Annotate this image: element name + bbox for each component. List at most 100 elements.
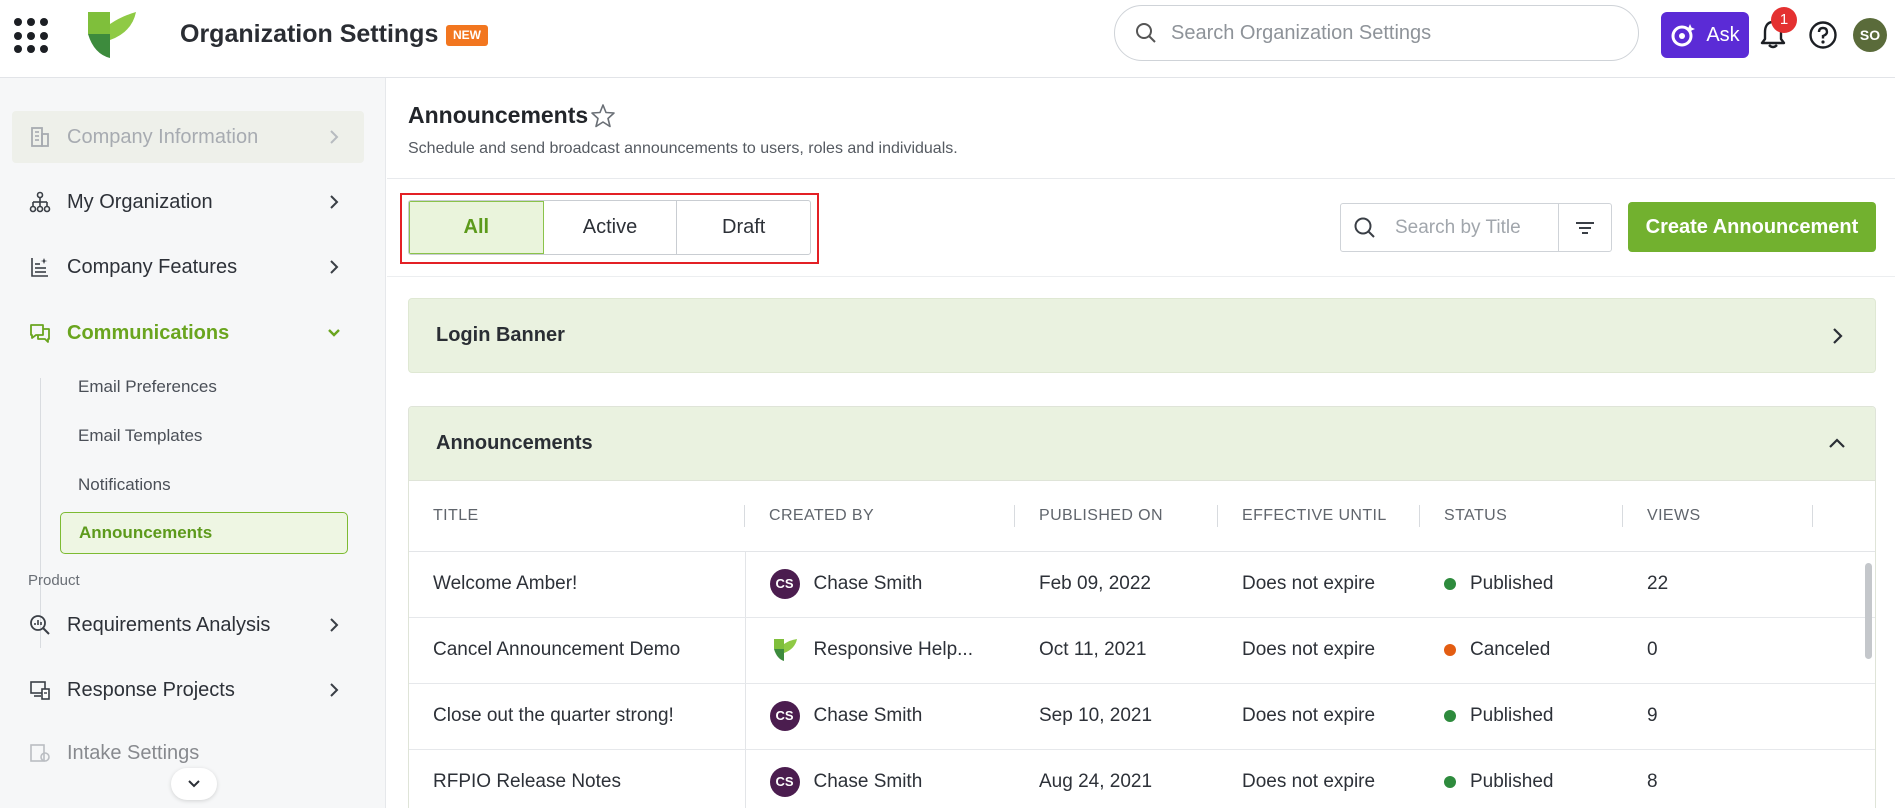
sidebar-subitem-email-preferences[interactable]: Email Preferences [60,366,348,408]
chevron-right-icon [330,195,339,209]
sidebar-item-company-information[interactable]: Company Information [12,111,364,163]
main-content: Announcements Schedule and send broadcas… [387,78,1895,808]
sidebar-item-label: Communications [67,321,230,344]
cell-views: 9 [1623,683,1875,750]
table-row[interactable]: Cancel Announcement Demo Responsive Help.… [409,617,1875,684]
top-bar: Organization Settings NEW Ask 1 SO [0,0,1895,78]
cell-status: Canceled [1420,617,1623,684]
sidebar-scroll-down-button[interactable] [171,768,217,800]
cell-title[interactable]: RFPIO Release Notes [409,749,746,808]
intake-icon [27,740,53,766]
chevron-down-icon [328,329,340,337]
global-search-box[interactable] [1114,5,1639,61]
table-scrollbar[interactable] [1865,563,1872,659]
chevron-right-icon [330,618,339,632]
login-banner-title: Login Banner [436,324,565,346]
status-label: Published [1470,771,1554,792]
table-header-row: TITLE CREATED BY PUBLISHED ON EFFECTIVE … [409,481,1875,552]
search-icon [1354,217,1375,238]
column-header-published-on[interactable]: PUBLISHED ON [1015,481,1218,552]
cell-status: Published [1420,749,1623,808]
sidebar-item-response-projects[interactable]: Response Projects [12,664,364,716]
cell-title[interactable]: Close out the quarter strong! [409,683,746,750]
cell-status: Published [1420,683,1623,750]
cell-title[interactable]: Cancel Announcement Demo [409,617,746,684]
cell-published-on: Aug 24, 2021 [1015,749,1218,808]
cell-views: 8 [1623,749,1875,808]
title-search-input[interactable] [1395,216,1555,239]
sidebar-item-communications[interactable]: Communications [12,307,364,359]
status-label: Published [1470,705,1554,726]
table-row[interactable]: RFPIO Release Notes CS Chase Smith Aug 24, … [409,749,1875,808]
cell-status: Published [1420,551,1623,618]
creator-avatar: CS [769,767,800,797]
status-dot-icon [1444,644,1456,656]
sidebar-subitem-email-templates[interactable]: Email Templates [60,415,348,457]
login-banner-panel[interactable]: Login Banner [408,298,1876,373]
column-header-title[interactable]: TITLE [409,481,745,552]
table-row[interactable]: Welcome Amber! CS Chase Smith Feb 09, 2022 D… [409,551,1875,618]
cell-effective-until: Does not expire [1218,551,1420,618]
new-badge: NEW [446,25,488,46]
table-row[interactable]: Close out the quarter strong! CS Chase Smi… [409,683,1875,750]
cell-published-on: Sep 10, 2021 [1015,683,1218,750]
building-icon [27,124,53,150]
system-logo-icon [773,639,797,661]
creator-name: Chase Smith [813,705,923,726]
column-header-created-by[interactable]: CREATED BY [745,481,1015,552]
cell-views: 22 [1623,551,1875,618]
settings-sidebar: Company Information My Organization Comp… [0,78,386,808]
divider [387,178,1895,179]
title-search-box[interactable] [1340,203,1612,252]
help-icon[interactable] [1808,20,1838,50]
filter-icon [1576,221,1594,234]
app-title: Organization Settings [180,20,439,48]
global-search-input[interactable] [1171,21,1611,45]
chevron-right-icon [330,260,339,274]
column-header-effective-until[interactable]: EFFECTIVE UNTIL [1218,481,1420,552]
creator-avatar: CS [769,569,800,599]
filter-tab-all[interactable]: All [409,201,544,254]
filter-button[interactable] [1558,204,1611,251]
sidebar-subitem-announcements[interactable]: Announcements [60,512,348,554]
sidebar-item-requirements-analysis[interactable]: Requirements Analysis [12,599,364,651]
divider [387,276,1895,277]
sidebar-item-label: My Organization [67,190,213,213]
user-avatar[interactable]: SO [1853,18,1887,52]
creator-name: Chase Smith [813,573,923,594]
chevron-right-icon [330,130,339,144]
status-filter-tabs: All Active Draft [408,200,811,255]
app-launcher-icon[interactable] [14,18,50,54]
creator-name: Responsive Help... [813,639,973,660]
column-header-views[interactable]: VIEWS [1623,481,1875,552]
notification-count-badge: 1 [1771,7,1797,33]
sidebar-item-my-organization[interactable]: My Organization [12,176,364,228]
cell-created-by: CS Chase Smith [745,749,1015,808]
filter-tab-active[interactable]: Active [544,201,678,254]
chevron-right-icon [1833,327,1843,344]
favorite-star-icon[interactable] [590,103,616,129]
cell-title[interactable]: Welcome Amber! [409,551,746,618]
column-header-status[interactable]: STATUS [1420,481,1623,552]
sidebar-subitem-notifications[interactable]: Notifications [60,464,348,506]
announcements-table: TITLE CREATED BY PUBLISHED ON EFFECTIVE … [409,481,1875,808]
chevron-down-icon [188,780,200,788]
search-icon [1136,23,1156,43]
magnifier-chart-icon [27,612,53,638]
status-dot-icon [1444,776,1456,788]
announcements-panel-header[interactable]: Announcements [409,407,1875,481]
status-label: Canceled [1470,639,1551,660]
announcements-panel: Announcements TITLE CREATED BY PUBLISHED… [408,406,1876,808]
ask-button[interactable]: Ask [1661,12,1749,58]
brand-logo[interactable] [86,10,138,60]
cell-created-by: CS Chase Smith [745,683,1015,750]
create-announcement-button[interactable]: Create Announcement [1628,202,1876,252]
status-dot-icon [1444,578,1456,590]
filter-tab-draft[interactable]: Draft [677,201,810,254]
sidebar-item-label: Response Projects [67,678,235,701]
sidebar-section-label: Product [28,572,80,589]
chevron-right-icon [330,683,339,697]
page-title: Announcements [408,102,589,128]
cell-views: 0 [1623,617,1875,684]
sidebar-item-company-features[interactable]: Company Features [12,241,364,293]
